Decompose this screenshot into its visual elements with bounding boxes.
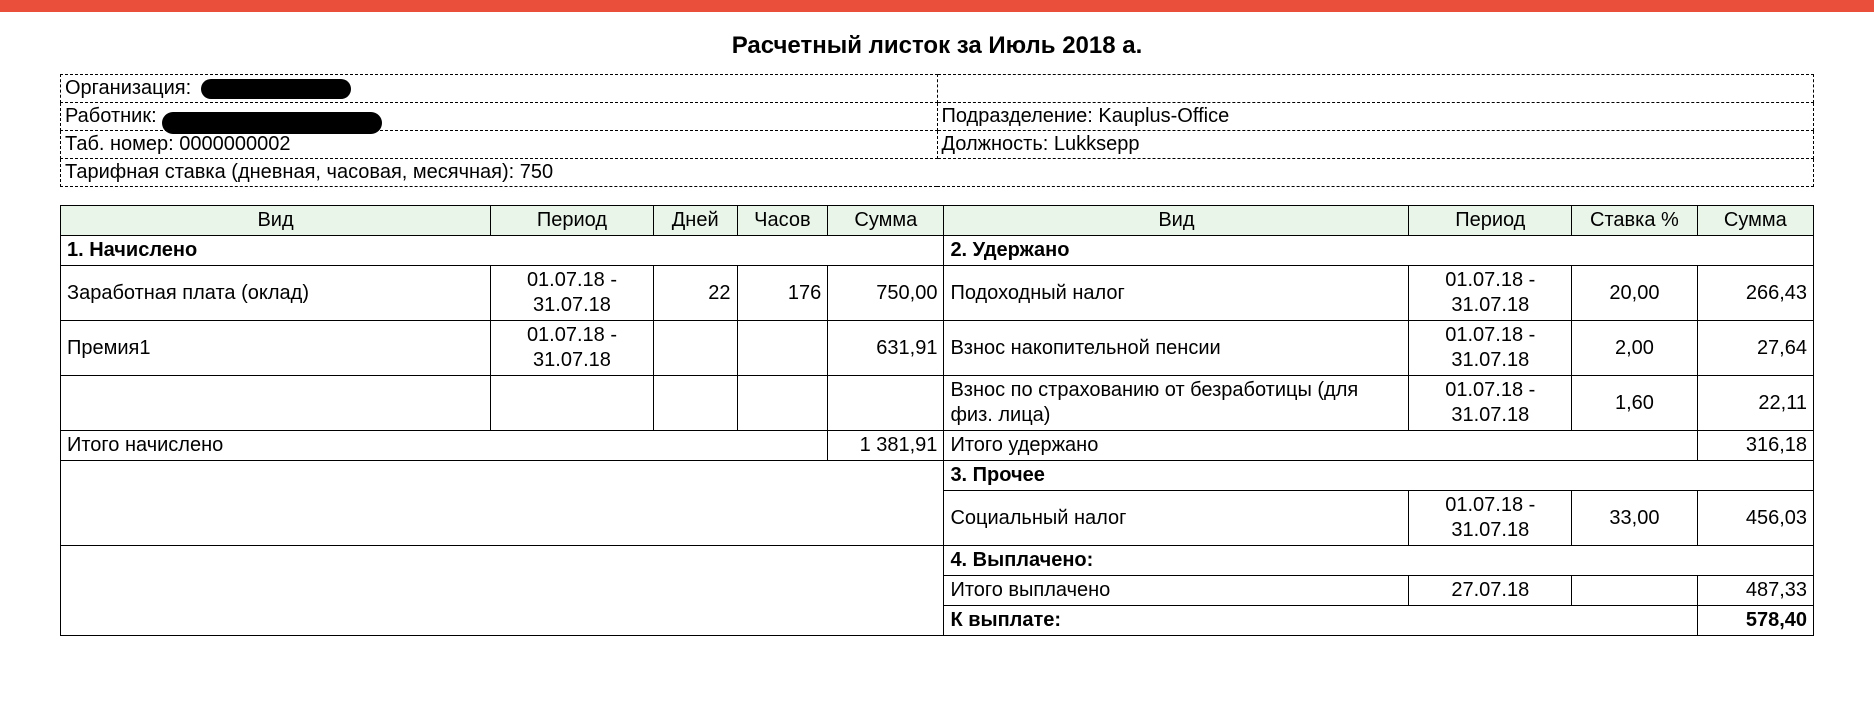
to-pay-sum: 578,40 — [1697, 606, 1813, 636]
meta-dept: Подразделение: Kauplus-Office — [937, 103, 1814, 131]
paid-date: 27.07.18 — [1409, 576, 1572, 606]
paid-total-label: Итого выплачено — [944, 576, 1409, 606]
withheld-sum-0: 266,43 — [1697, 266, 1813, 321]
org-label: Организация: — [65, 77, 191, 99]
meta-worker: Работник: — [61, 103, 938, 131]
accrued-sum-1: 631,91 — [828, 321, 944, 376]
meta-rate: Тарифная ставка (дневная, часовая, месяч… — [61, 159, 1814, 187]
blank-left-paid — [61, 546, 944, 636]
accrued-days-2 — [653, 376, 737, 431]
accrued-name-1: Премия1 — [61, 321, 491, 376]
pos-value: Lukksepp — [1054, 133, 1140, 155]
hdr-period-r: Период — [1409, 206, 1572, 236]
to-pay-label: К выплате: — [944, 606, 1697, 636]
paid-rate-blank — [1572, 576, 1698, 606]
withheld-period-0: 01.07.18 - 31.07.18 — [1409, 266, 1572, 321]
accrued-total-label: Итого начислено — [61, 431, 828, 461]
accrued-period-0: 01.07.18 - 31.07.18 — [491, 266, 654, 321]
hdr-rate: Ставка % — [1572, 206, 1698, 236]
redacted-worker — [162, 112, 382, 124]
accrued-period-1: 01.07.18 - 31.07.18 — [491, 321, 654, 376]
accrued-sum-2 — [828, 376, 944, 431]
accrued-sum-0: 750,00 — [828, 266, 944, 321]
meta-org: Организация: — [61, 75, 938, 103]
withheld-total-label: Итого удержано — [944, 431, 1697, 461]
top-accent-bar — [0, 0, 1874, 12]
withheld-rate-2: 1,60 — [1572, 376, 1698, 431]
payslip-document: Расчетный листок за Июль 2018 а. Организ… — [0, 12, 1874, 666]
meta-tabno: Таб. номер: 0000000002 — [61, 131, 938, 159]
other-sum-0: 456,03 — [1697, 491, 1813, 546]
withheld-total-sum: 316,18 — [1697, 431, 1813, 461]
withheld-rate-1: 2,00 — [1572, 321, 1698, 376]
withheld-name-1: Взнос накопительной пенсии — [944, 321, 1409, 376]
section-paid: 4. Выплачено: — [944, 546, 1814, 576]
hdr-sum-r: Сумма — [1697, 206, 1813, 236]
section-other: 3. Прочее — [944, 461, 1814, 491]
accrued-days-1 — [653, 321, 737, 376]
dept-label: Подразделение: — [942, 105, 1093, 127]
accrued-name-2 — [61, 376, 491, 431]
withheld-sum-2: 22,11 — [1697, 376, 1813, 431]
tabno-value: 0000000002 — [179, 133, 290, 155]
header-row: Вид Период Дней Часов Сумма Вид Период С… — [61, 206, 1814, 236]
accrued-hours-1 — [737, 321, 828, 376]
meta-blank — [937, 75, 1814, 103]
withheld-rate-0: 20,00 — [1572, 266, 1698, 321]
totals-row: Итого начислено 1 381,91 Итого удержано … — [61, 431, 1814, 461]
pos-label: Должность: — [942, 133, 1049, 155]
hdr-days: Дней — [653, 206, 737, 236]
accrued-hours-2 — [737, 376, 828, 431]
withheld-sum-1: 27,64 — [1697, 321, 1813, 376]
accrued-name-0: Заработная плата (оклад) — [61, 266, 491, 321]
other-period-0: 01.07.18 - 31.07.18 — [1409, 491, 1572, 546]
section-row-other: 3. Прочее — [61, 461, 1814, 491]
redacted-org — [201, 79, 351, 99]
row-3: Взнос по страхованию от безработицы (для… — [61, 376, 1814, 431]
section-accrued: 1. Начислено — [61, 236, 944, 266]
tabno-label: Таб. номер: — [65, 133, 174, 155]
meta-table: Организация: Работник: Подразделение: Ka… — [60, 74, 1814, 187]
rate-label: Тарифная ставка (дневная, часовая, месяч… — [65, 161, 514, 183]
accrued-days-0: 22 — [653, 266, 737, 321]
accrued-total-sum: 1 381,91 — [828, 431, 944, 461]
withheld-name-0: Подоходный налог — [944, 266, 1409, 321]
worker-label: Работник: — [65, 105, 157, 127]
accrued-hours-0: 176 — [737, 266, 828, 321]
paid-sum: 487,33 — [1697, 576, 1813, 606]
accrued-period-2 — [491, 376, 654, 431]
meta-position: Должность: Lukksepp — [937, 131, 1814, 159]
withheld-period-1: 01.07.18 - 31.07.18 — [1409, 321, 1572, 376]
hdr-period-l: Период — [491, 206, 654, 236]
section-row-1: 1. Начислено 2. Удержано — [61, 236, 1814, 266]
dept-value: Kauplus-Office — [1098, 105, 1229, 127]
hdr-hours: Часов — [737, 206, 828, 236]
blank-left-other — [61, 461, 944, 546]
hdr-sum-l: Сумма — [828, 206, 944, 236]
section-withheld: 2. Удержано — [944, 236, 1814, 266]
hdr-vid-r: Вид — [944, 206, 1409, 236]
payslip-grid: Вид Период Дней Часов Сумма Вид Период С… — [60, 205, 1814, 636]
row-2: Премия1 01.07.18 - 31.07.18 631,91 Взнос… — [61, 321, 1814, 376]
other-rate-0: 33,00 — [1572, 491, 1698, 546]
row-1: Заработная плата (оклад) 01.07.18 - 31.0… — [61, 266, 1814, 321]
hdr-vid-l: Вид — [61, 206, 491, 236]
page-title: Расчетный листок за Июль 2018 а. — [60, 32, 1814, 60]
withheld-period-2: 01.07.18 - 31.07.18 — [1409, 376, 1572, 431]
rate-value: 750 — [520, 161, 553, 183]
other-name-0: Социальный налог — [944, 491, 1409, 546]
withheld-name-2: Взнос по страхованию от безработицы (для… — [944, 376, 1409, 431]
section-row-paid: 4. Выплачено: — [61, 546, 1814, 576]
